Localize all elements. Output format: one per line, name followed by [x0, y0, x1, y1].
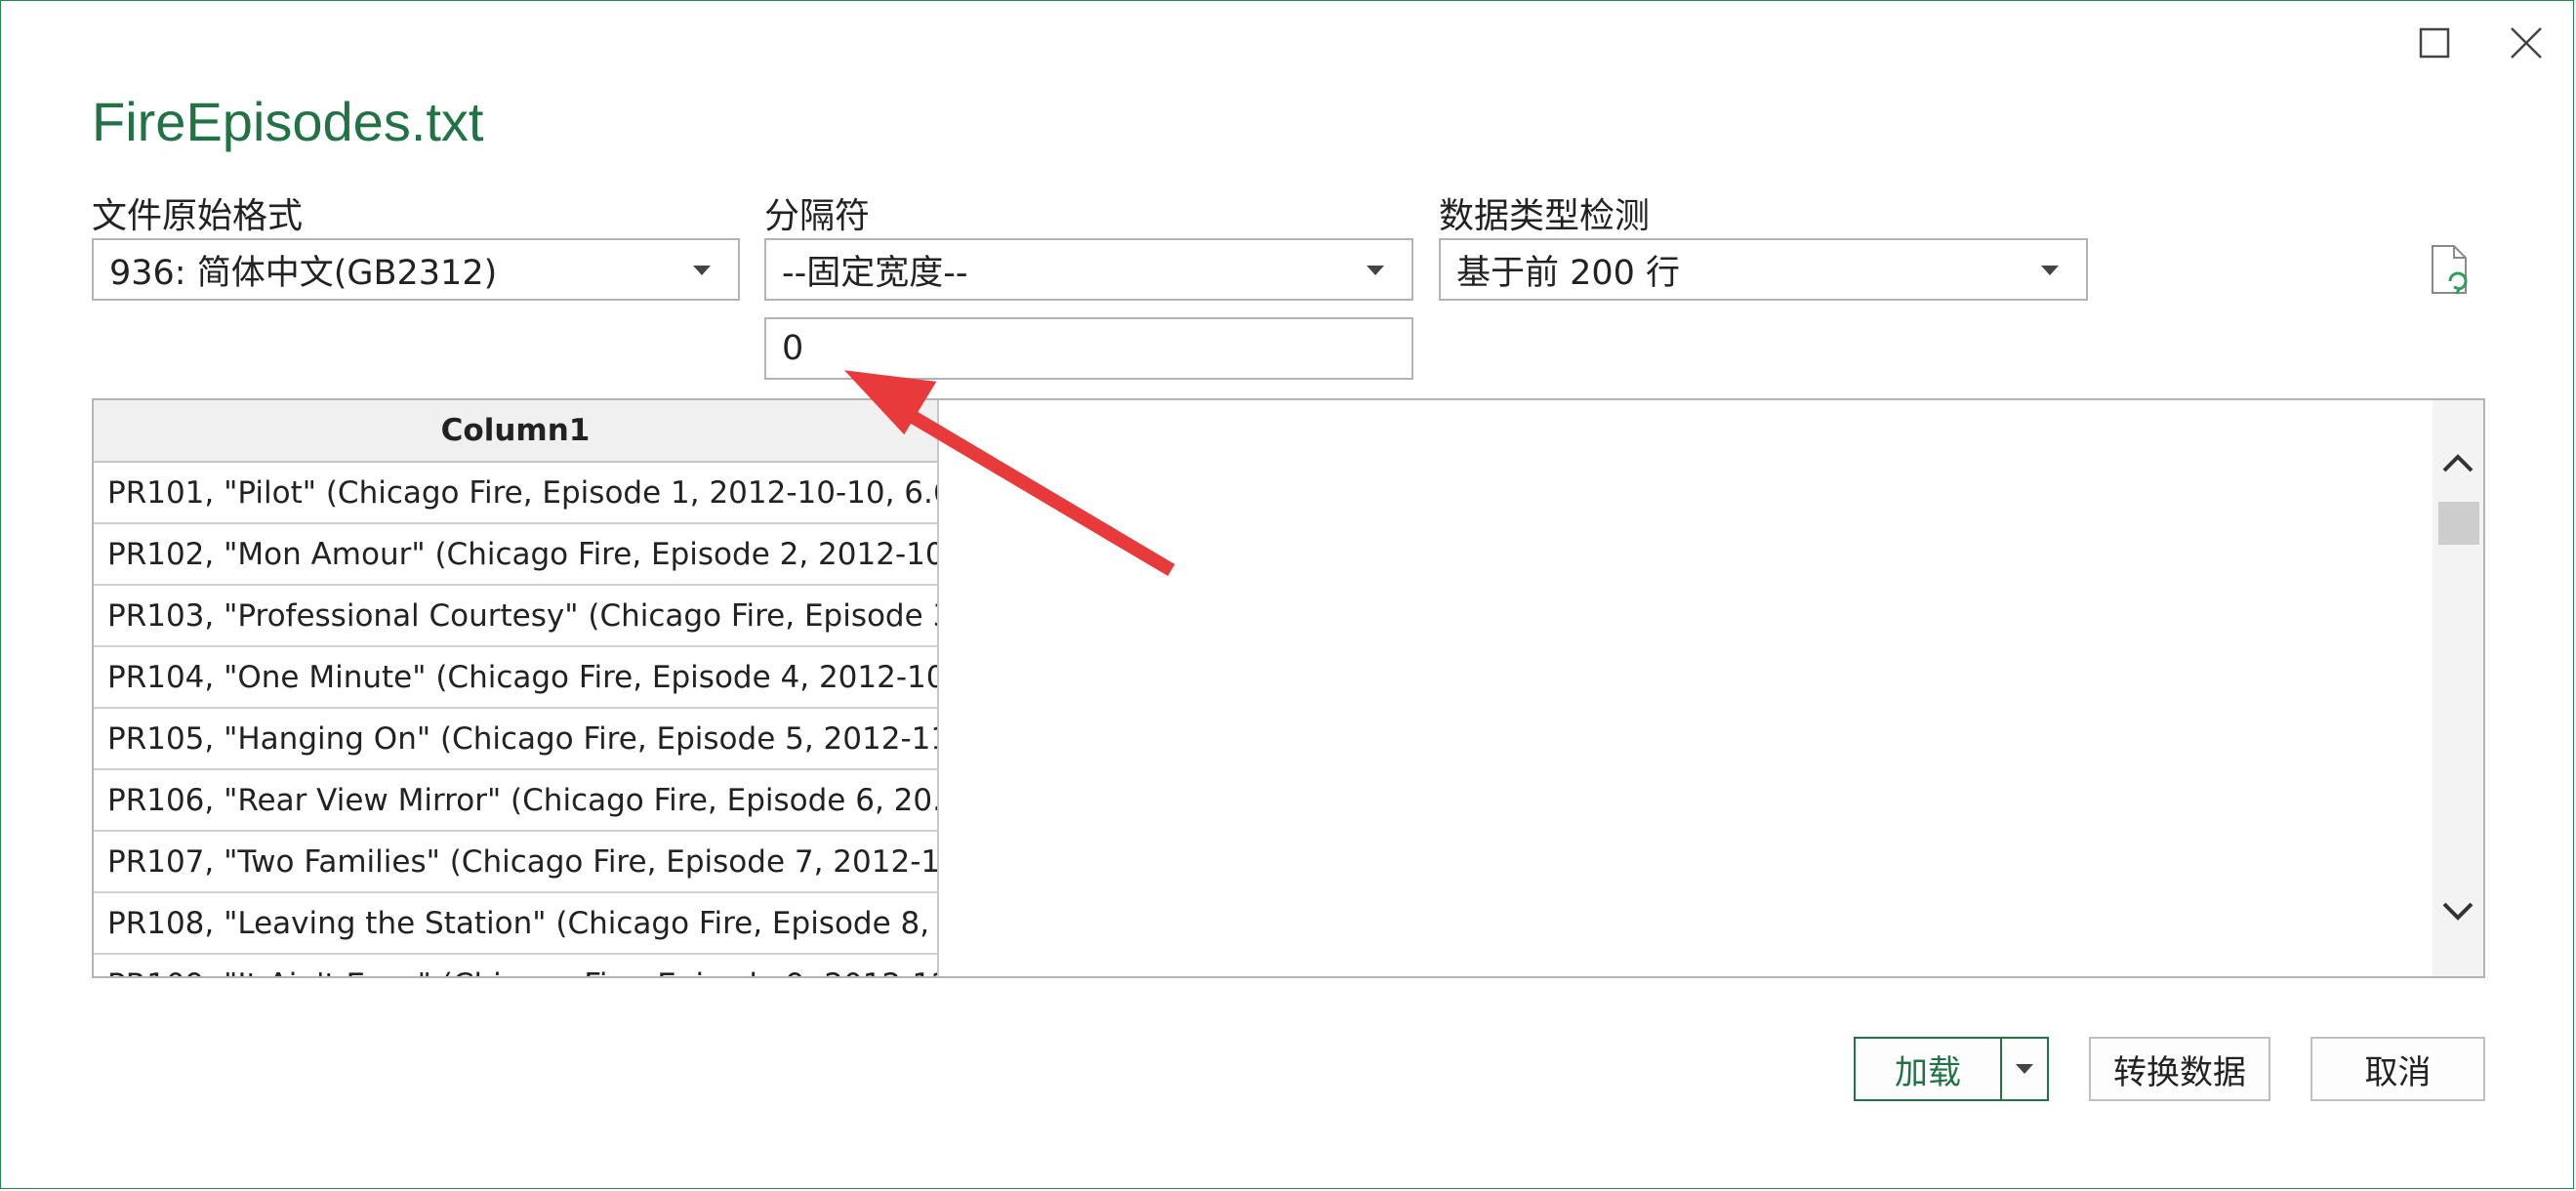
table-row[interactable]: PR108, "Leaving the Station" (Chicago Fi… — [94, 893, 939, 955]
table-cell: PR109, "It Ain't Easy" (Chicago Fire, Ep… — [107, 967, 937, 977]
data-type-detection-label: 数据类型检测 — [1439, 196, 1651, 236]
preview-rows: PR101, "Pilot" (Chicago Fire, Episode 1,… — [94, 463, 939, 977]
table-cell: PR101, "Pilot" (Chicago Fire, Episode 1,… — [107, 474, 937, 511]
delimiter-value: --固定宽度-- — [782, 253, 968, 293]
table-row[interactable]: PR104, "One Minute" (Chicago Fire, Episo… — [94, 647, 939, 709]
load-options-button[interactable] — [2000, 1037, 2049, 1101]
scrollbar-thumb[interactable] — [2438, 502, 2479, 545]
maximize-button[interactable] — [2407, 18, 2462, 68]
table-row[interactable]: PR105, "Hanging On" (Chicago Fire, Episo… — [94, 709, 939, 770]
table-row[interactable]: PR101, "Pilot" (Chicago Fire, Episode 1,… — [94, 463, 939, 524]
close-icon — [2511, 27, 2542, 59]
file-origin-value: 936: 简体中文(GB2312) — [109, 253, 498, 293]
transform-data-button[interactable]: 转换数据 — [2089, 1037, 2270, 1101]
maximize-icon — [2419, 27, 2450, 59]
load-button[interactable]: 加载 — [1854, 1037, 2000, 1101]
close-button[interactable] — [2499, 18, 2554, 68]
refresh-button[interactable] — [2429, 244, 2472, 297]
vertical-scrollbar[interactable] — [2433, 400, 2483, 976]
cancel-label: 取消 — [2364, 1052, 2432, 1092]
table-cell: PR104, "One Minute" (Chicago Fire, Episo… — [107, 659, 937, 695]
chevron-down-icon — [2442, 902, 2474, 921]
table-row[interactable]: PR103, "Professional Courtesy" (Chicago … — [94, 586, 939, 647]
refresh-file-icon — [2432, 245, 2468, 295]
dialog-title: FireEpisodes.txt — [92, 91, 484, 152]
fixed-width-input[interactable]: 0 — [764, 317, 1413, 380]
table-cell: PR106, "Rear View Mirror" (Chicago Fire,… — [107, 782, 937, 818]
scroll-up-button[interactable] — [2438, 443, 2477, 482]
delimiter-label: 分隔符 — [764, 196, 871, 236]
scroll-down-button[interactable] — [2438, 892, 2477, 931]
chevron-down-icon — [2041, 266, 2059, 275]
table-cell: PR108, "Leaving the Station" (Chicago Fi… — [107, 905, 937, 941]
chevron-up-icon — [2442, 454, 2474, 472]
table-row[interactable]: PR109, "It Ain't Easy" (Chicago Fire, Ep… — [94, 955, 939, 977]
table-cell: PR105, "Hanging On" (Chicago Fire, Episo… — [107, 720, 937, 757]
preview-grid[interactable]: Column1 PR101, "Pilot" (Chicago Fire, Ep… — [92, 398, 2485, 978]
transform-data-label: 转换数据 — [2113, 1052, 2246, 1092]
table-row[interactable]: PR102, "Mon Amour" (Chicago Fire, Episod… — [94, 524, 939, 586]
chevron-down-icon — [2016, 1064, 2033, 1074]
file-origin-label: 文件原始格式 — [92, 196, 304, 236]
data-type-detection-select[interactable]: 基于前 200 行 — [1439, 238, 2088, 301]
fixed-width-value: 0 — [782, 329, 804, 368]
chevron-down-icon — [693, 266, 711, 275]
table-cell: PR102, "Mon Amour" (Chicago Fire, Episod… — [107, 536, 937, 572]
data-type-detection-value: 基于前 200 行 — [1456, 253, 1681, 293]
table-row[interactable]: PR107, "Two Families" (Chicago Fire, Epi… — [94, 832, 939, 893]
table-cell: PR103, "Professional Courtesy" (Chicago … — [107, 597, 937, 634]
load-button-label: 加载 — [1895, 1052, 1961, 1092]
file-origin-select[interactable]: 936: 简体中文(GB2312) — [92, 238, 740, 301]
table-row[interactable]: PR106, "Rear View Mirror" (Chicago Fire,… — [94, 770, 939, 832]
cancel-button[interactable]: 取消 — [2310, 1037, 2485, 1101]
column-header[interactable]: Column1 — [94, 400, 939, 463]
delimiter-select[interactable]: --固定宽度-- — [764, 238, 1413, 301]
table-cell: PR107, "Two Families" (Chicago Fire, Epi… — [107, 843, 937, 880]
chevron-down-icon — [1367, 266, 1384, 275]
